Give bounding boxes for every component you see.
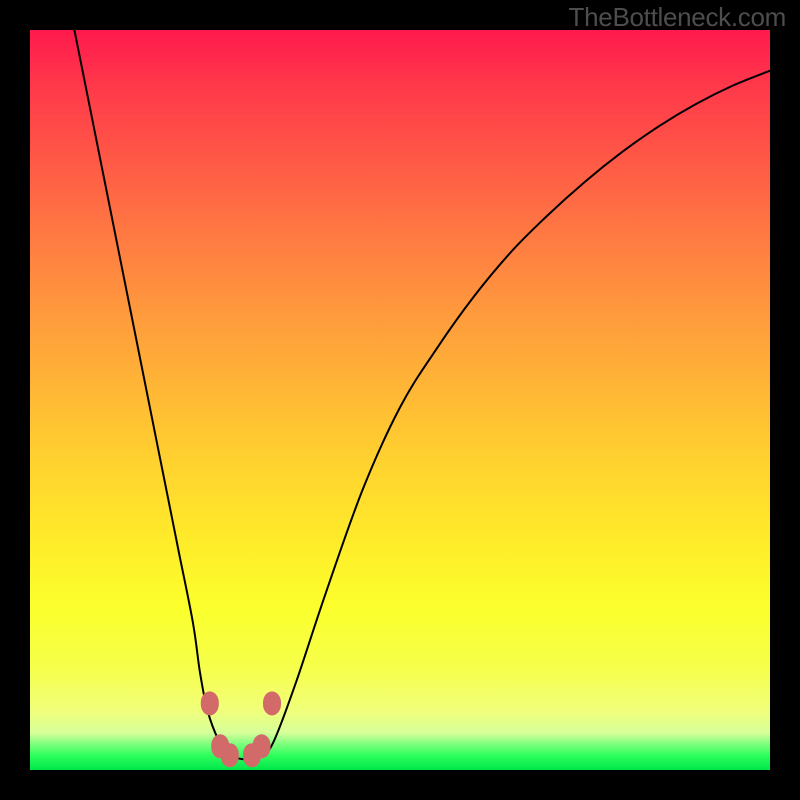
curve-marker — [263, 691, 281, 715]
plot-area — [30, 30, 770, 770]
watermark-text: TheBottleneck.com — [569, 2, 786, 33]
curve-marker — [221, 743, 239, 767]
chart-frame: TheBottleneck.com — [0, 0, 800, 800]
curve-layer — [30, 30, 770, 770]
curve-marker — [253, 734, 271, 758]
curve-marker — [201, 691, 219, 715]
bottleneck-curve — [74, 30, 770, 759]
